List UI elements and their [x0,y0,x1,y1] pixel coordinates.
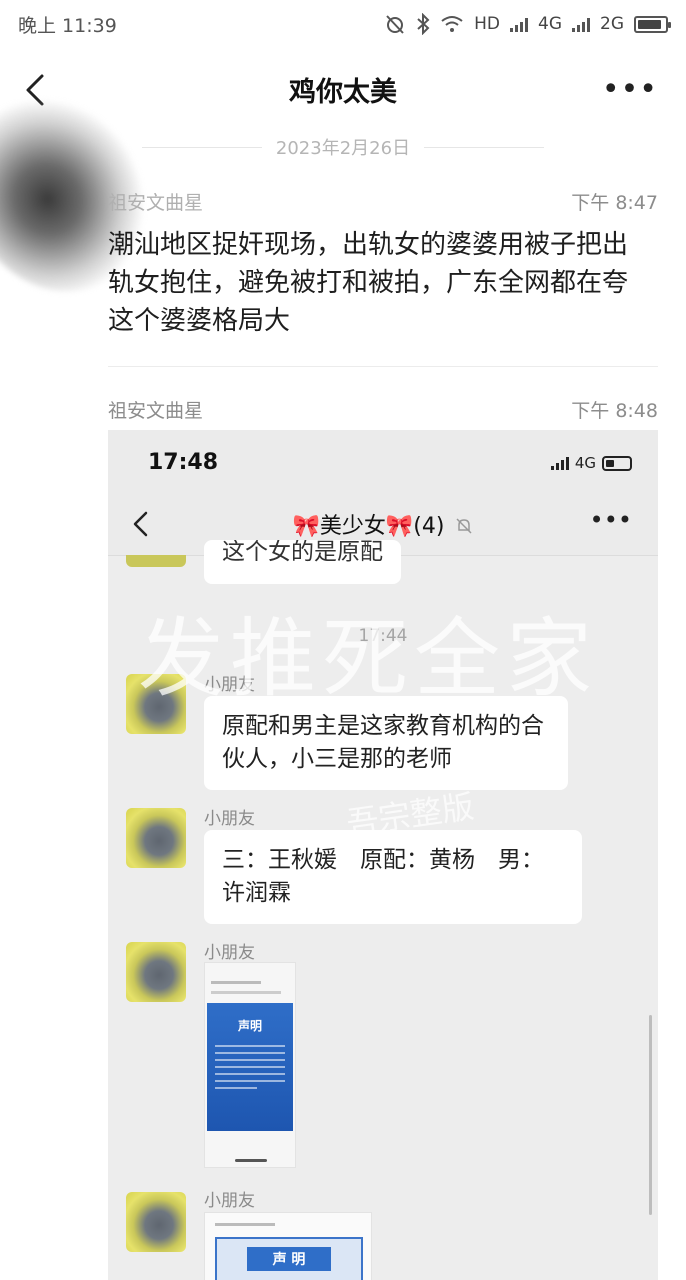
message-sender: 小朋友 [204,943,255,963]
chat-title-text: 🎀美少女🎀(4) [292,514,445,539]
date-separator: 2023年2月26日 [0,134,686,160]
signal-icon [550,456,569,470]
image-message: 声 明 [204,1212,372,1280]
avatar [126,555,186,567]
divider [141,146,262,148]
divider [108,366,658,367]
mute-bell-icon [456,518,472,534]
avatar [126,942,186,1002]
divider [424,146,545,148]
thumb-text-line [211,981,261,984]
post-header: 祖安文曲星 下午 8:48 [108,396,658,423]
screenshot-status-time: 17:48 [148,450,219,475]
battery-level [606,459,614,467]
post-sender[interactable]: 祖安文曲星 [108,396,203,423]
status-bar: 晚上 11:39 HD 4G 2G [0,0,686,48]
avatar [126,808,186,868]
avatar [126,1192,186,1252]
battery-icon [602,455,632,471]
more-options-icon: ••• [589,506,632,534]
post-time: 下午 8:47 [571,192,658,214]
post-time: 下午 8:48 [571,400,658,422]
screenshot-status-icons: 4G [550,454,632,472]
screenshot-status-bar: 17:48 4G [108,430,658,490]
post-text: 潮汕地区捉奸现场，出轨女的婆婆用被子把出轨女抱住，避免被打和被拍，广东全网都在夸… [108,230,629,336]
image-message: 声明 [204,962,296,1168]
statement-title: 声 明 [247,1247,331,1271]
screenshot-network-label: 4G [574,454,596,472]
wifi-icon [441,16,463,32]
status-time: 晚上 11:39 [18,14,117,37]
battery-icon [634,15,671,33]
thumb-text-line [215,1223,275,1226]
post-sender[interactable]: 祖安文曲星 [108,188,203,215]
network-2g-label: 2G [600,14,624,34]
signal-icon [510,16,528,32]
thumb-text-lines [215,1045,285,1094]
bluetooth-icon [417,13,430,35]
message-text: 原配和男主是这家教育机构的合伙人，小三是那的老师 [222,713,544,772]
message-text: 这个女的是原配 [222,540,383,565]
message-bubble: 这个女的是原配 [204,540,401,584]
post-header: 祖安文曲星 下午 8:47 [108,188,658,215]
message-sender: 小朋友 [204,1191,255,1211]
thumb-text-line [211,991,281,994]
alarm-off-icon [386,15,404,34]
screenshot-chat-title: 🎀美少女🎀(4) [108,508,658,540]
chat-screenshot-image[interactable]: 17:48 4G 🎀美少女🎀(4) ••• 这个女的是原配 17:44 小朋友 [108,430,658,1280]
more-options-icon[interactable]: ••• [602,72,658,107]
statement-banner: 声明 [207,1003,293,1131]
message-bubble: 三：王秋媛 原配：黄杨 男：许润霖 [204,830,582,924]
message-sender: 小朋友 [204,809,255,829]
battery-level [638,19,661,29]
scrollbar [649,1015,652,1215]
statement-title: 声明 [237,1019,262,1033]
statement-banner: 声 明 [215,1237,363,1280]
network-4g-label: 4G [538,14,562,34]
network-hd-label: HD [474,14,500,34]
date-label: 2023年2月26日 [275,138,411,159]
signal-icon [572,16,590,32]
page-title: 鸡你太美 [289,77,397,108]
nav-bar: 鸡你太美 ••• [0,48,686,132]
watermark: 发推死全家 [138,609,598,709]
message-text: 三：王秋媛 原配：黄杨 男：许润霖 [222,847,544,906]
status-icons: HD 4G 2G [384,13,671,35]
home-indicator [235,1159,267,1162]
